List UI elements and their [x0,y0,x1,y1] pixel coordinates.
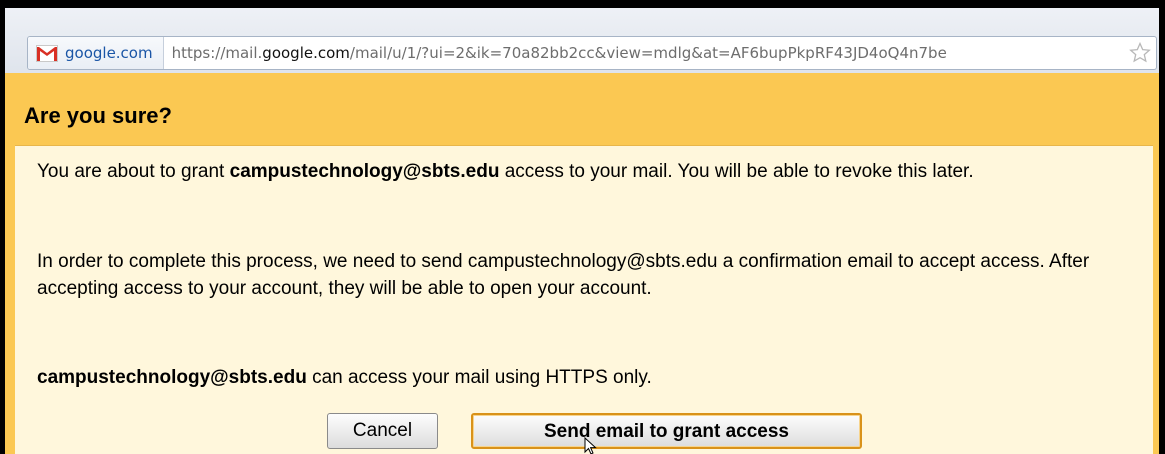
dialog-body: You are about to grant campustechnology@… [15,145,1153,454]
url-prefix: https://mail. [171,44,263,62]
confirm-dialog: Are you sure? You are about to grant cam… [5,73,1159,454]
gmail-icon [36,44,58,62]
grant-access-paragraph: You are about to grant campustechnology@… [37,158,1107,185]
https-paragraph: campustechnology@sbts.edu can access you… [37,364,1107,391]
para3-email: campustechnology@sbts.edu [37,367,307,388]
para3-text-after: can access your mail using HTTPS only. [306,367,652,388]
browser-toolbar: google.com https://mail.google.com/mail/… [5,8,1159,73]
url-path: /mail/u/1/?ui=2&ik=70a82bb2cc&view=mdlg&… [349,44,947,62]
mouse-cursor-icon [584,437,597,454]
para1-email: campustechnology@sbts.edu [229,161,500,182]
address-bar[interactable]: google.com https://mail.google.com/mail/… [27,36,1157,70]
url-domain: google.com [262,44,350,62]
star-icon[interactable] [1128,41,1152,65]
para1-text-after: access to your mail. You will be able to… [499,161,974,182]
cancel-button[interactable]: Cancel [327,413,438,449]
para1-text-before: You are about to grant [37,161,230,182]
url-text[interactable]: https://mail.google.com/mail/u/1/?ui=2&i… [164,44,1128,62]
site-label: google.com [65,44,153,62]
process-paragraph: In order to complete this process, we ne… [37,251,1090,299]
dialog-title: Are you sure? [24,103,172,128]
send-email-button[interactable]: Send email to grant access [471,413,862,449]
site-chip[interactable]: google.com [28,37,164,69]
